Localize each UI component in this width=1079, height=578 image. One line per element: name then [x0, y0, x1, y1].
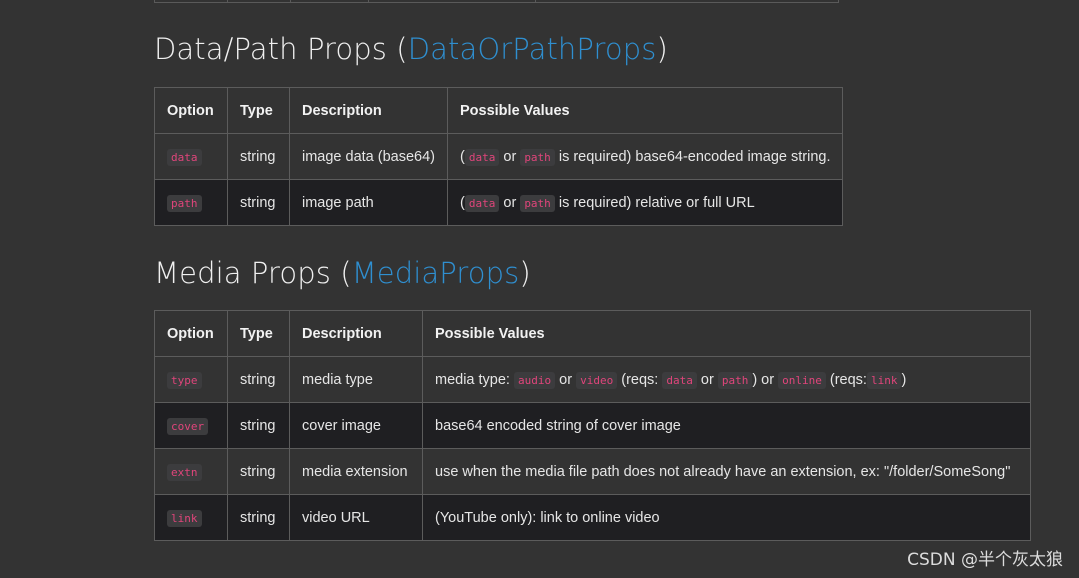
header-option: Option: [154, 87, 228, 134]
option-code: link: [167, 509, 202, 527]
media-props-table: Option Type Description Possible Values …: [154, 310, 1031, 541]
value-text: is required) relative or full URL: [558, 194, 755, 211]
option-code: extn: [167, 463, 202, 481]
table-row: cover string cover image base64 encoded …: [154, 402, 1031, 449]
description-cell: cover image: [289, 402, 423, 449]
table-header-row: Option Type Description Possible Values: [154, 87, 844, 134]
header-possible-values: Possible Values: [446, 87, 844, 134]
option-code: type: [167, 371, 202, 389]
value-text: or: [559, 371, 573, 388]
option-cell: path: [154, 179, 228, 226]
csdn-watermark: CSDN @半个灰太狼: [907, 550, 1063, 570]
value-text: (reqs:: [621, 371, 659, 388]
header-description: Description: [289, 87, 448, 134]
value-code: data: [464, 148, 500, 166]
value-code: video: [576, 371, 618, 389]
value-text: ) or: [752, 371, 775, 388]
description-cell: image path: [289, 179, 448, 226]
table-row: extn string media extension use when the…: [154, 448, 1031, 495]
header-possible-values: Possible Values: [422, 310, 1031, 357]
option-code: data: [167, 148, 202, 166]
values-cell: use when the media file path does not al…: [422, 448, 1031, 495]
type-cell: string: [227, 356, 290, 403]
table-header-row: Option Type Description Possible Values: [154, 310, 1031, 357]
option-cell: data: [154, 133, 228, 180]
value-text: (reqs:: [829, 371, 867, 388]
option-code: path: [167, 194, 202, 212]
description-cell: image data (base64): [289, 133, 448, 180]
values-cell: base64 encoded string of cover image: [422, 402, 1031, 449]
values-cell: (data or path is required) relative or f…: [446, 179, 844, 226]
description-cell: media extension: [289, 448, 423, 495]
type-cell: string: [227, 402, 290, 449]
value-text: media type:: [435, 371, 510, 388]
data-path-props-table: Option Type Description Possible Values …: [154, 87, 844, 226]
value-code: online: [778, 371, 826, 389]
value-code: audio: [514, 371, 556, 389]
value-text: or: [700, 371, 714, 388]
value-code: path: [717, 371, 753, 389]
value-text: ): [901, 371, 907, 388]
value-text: or: [503, 148, 517, 165]
header-description: Description: [289, 310, 423, 357]
values-cell: media type: audio or video (reqs: data o…: [422, 356, 1031, 403]
table-row: type string media type media type: audio…: [154, 356, 1031, 403]
value-code: data: [464, 194, 500, 212]
value-text: is required) base64-encoded image string…: [558, 148, 831, 165]
option-code: cover: [167, 417, 209, 435]
table-row: path string image path (data or path is …: [154, 179, 844, 226]
type-cell: string: [227, 179, 290, 226]
option-cell: cover: [154, 402, 228, 449]
description-cell: video URL: [289, 494, 423, 541]
previous-table-bottom: [154, 0, 839, 3]
value-text: or: [503, 194, 517, 211]
option-cell: extn: [154, 448, 228, 495]
header-type: Type: [227, 87, 290, 134]
value-code: data: [662, 371, 697, 389]
type-cell: string: [227, 133, 290, 180]
value-code: path: [520, 194, 555, 212]
header-option: Option: [154, 310, 228, 357]
option-cell: link: [154, 494, 228, 541]
option-cell: type: [154, 356, 228, 403]
value-code: path: [520, 148, 555, 166]
value-code: link: [866, 371, 902, 389]
table-row: link string video URL (YouTube only): li…: [154, 494, 1031, 541]
mediaprops-link[interactable]: MediaProps: [352, 256, 520, 290]
dataorpathprops-link[interactable]: DataOrPathProps: [408, 32, 657, 66]
section-title-data-path-props: Data/Path Props (DataOrPathProps): [154, 32, 668, 66]
type-cell: string: [227, 448, 290, 495]
type-cell: string: [227, 494, 290, 541]
values-cell: (data or path is required) base64-encode…: [446, 133, 844, 180]
section-title-media-props: Media Props (MediaProps): [154, 256, 531, 290]
values-cell: (YouTube only): link to online video: [422, 494, 1031, 541]
table-row: data string image data (base64) (data or…: [154, 133, 844, 180]
header-type: Type: [227, 310, 290, 357]
description-cell: media type: [289, 356, 423, 403]
